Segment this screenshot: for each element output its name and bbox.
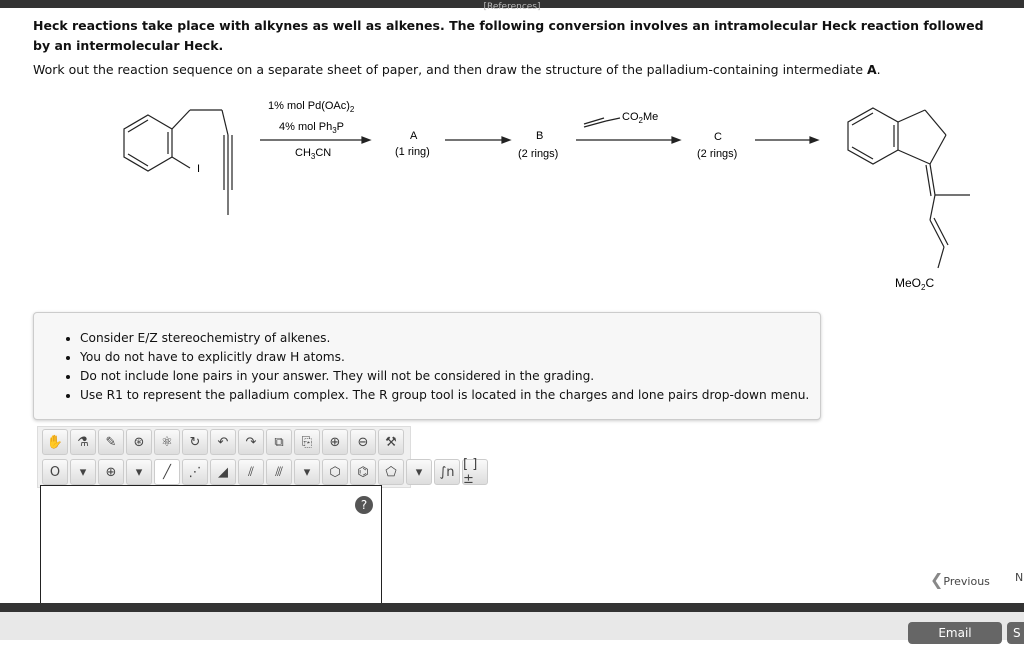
hint-item: Do not include lone pairs in your answer… bbox=[80, 367, 820, 386]
tool-button[interactable]: ↷ bbox=[238, 429, 264, 455]
hints-box: Consider E/Z stereochemistry of alkenes.… bbox=[33, 312, 821, 420]
instruction-end: . bbox=[876, 62, 881, 77]
tool-button[interactable]: ⫽ bbox=[238, 459, 264, 485]
alkene-reagent: CO2Me bbox=[622, 111, 658, 125]
tool-button[interactable]: ↻ bbox=[182, 429, 208, 455]
footer-divider bbox=[0, 603, 1024, 612]
tool-button[interactable]: ⎘ bbox=[294, 429, 320, 455]
tool-button[interactable]: O bbox=[42, 459, 68, 485]
tool-button[interactable]: ✋ bbox=[42, 429, 68, 455]
tool-button[interactable]: ⊕ bbox=[98, 459, 124, 485]
hint-item: Consider E/Z stereochemistry of alkenes. bbox=[80, 329, 820, 348]
question-instruction: Work out the reaction sequence on a sepa… bbox=[33, 62, 881, 77]
tool-button[interactable]: ⚒ bbox=[378, 429, 404, 455]
help-button[interactable]: ? bbox=[355, 496, 373, 514]
tool-button[interactable]: ⊖ bbox=[350, 429, 376, 455]
hint-item: Use R1 to represent the palladium comple… bbox=[80, 386, 820, 405]
tool-button[interactable]: ⋰ bbox=[182, 459, 208, 485]
tool-button[interactable]: ▾ bbox=[126, 459, 152, 485]
tool-button[interactable]: ⬡ bbox=[322, 459, 348, 485]
tool-button[interactable]: ⌬ bbox=[350, 459, 376, 485]
question-title: Heck reactions take place with alkynes a… bbox=[33, 18, 984, 53]
reagent-2: 4% mol Ph3P bbox=[279, 121, 344, 135]
tool-button[interactable]: ╱ bbox=[154, 459, 180, 485]
next-button[interactable]: N bbox=[1015, 571, 1023, 584]
previous-label: Previous bbox=[943, 575, 990, 588]
tool-button[interactable]: ⧉ bbox=[266, 429, 292, 455]
email-instructor-button[interactable]: Email Instructor bbox=[908, 622, 1002, 662]
reagent-1: 1% mol Pd(OAc)2 bbox=[268, 100, 355, 114]
tool-button[interactable]: ⊕ bbox=[322, 429, 348, 455]
tool-button[interactable]: ▾ bbox=[406, 459, 432, 485]
c-note: (2 rings) bbox=[697, 148, 737, 160]
references-link[interactable]: [References] bbox=[483, 2, 540, 12]
tool-button[interactable]: [ ]± bbox=[462, 457, 488, 487]
chevron-left-icon: ❮ bbox=[930, 570, 944, 589]
save-button[interactable]: S bbox=[1007, 622, 1024, 644]
tool-button[interactable]: ⫻ bbox=[266, 459, 292, 485]
intermediate-b: B bbox=[536, 130, 543, 142]
instruction-text: Work out the reaction sequence on a sepa… bbox=[33, 62, 867, 77]
starting-material bbox=[123, 109, 233, 215]
tool-button[interactable]: ✎ bbox=[98, 429, 124, 455]
tool-button[interactable]: ▾ bbox=[294, 459, 320, 485]
tool-button[interactable]: ↶ bbox=[210, 429, 236, 455]
previous-button[interactable]: ❮Previous bbox=[930, 570, 990, 589]
tool-button[interactable]: ∫n bbox=[434, 459, 460, 485]
tool-button[interactable]: ⊛ bbox=[126, 429, 152, 455]
tool-button[interactable]: ◢ bbox=[210, 459, 236, 485]
product-ester: MeO2C bbox=[895, 276, 934, 292]
tool-button[interactable]: ⚛ bbox=[154, 429, 180, 455]
drawing-toolbar: ✋ ⚗ ✎ ⊛ ⚛ ↻ ↶ ↷ ⧉ ⎘ ⊕ ⊖ ⚒ O ▾ ⊕ ▾ ╱ ⋰ ◢ ⫽ ⫻ ▾ ⬡ ⌬ ⬠ ▾ ∫n[ ]± bbox=[37, 426, 488, 488]
intermediate-c: C bbox=[714, 131, 722, 143]
footer-bar bbox=[0, 612, 1024, 640]
tool-button[interactable]: ⬠ bbox=[378, 459, 404, 485]
reaction-scheme: I 1% mol Pd(OAc)2 4% mol Ph3P CH3CN A (1… bbox=[123, 100, 970, 292]
hint-item: You do not have to explicitly draw H ato… bbox=[80, 348, 820, 367]
tool-button[interactable]: ⚗ bbox=[70, 429, 96, 455]
drawing-canvas[interactable]: ? bbox=[40, 485, 382, 606]
solvent: CH3CN bbox=[295, 147, 331, 161]
b-note: (2 rings) bbox=[518, 148, 558, 160]
top-bar: [References] bbox=[0, 0, 1024, 12]
product bbox=[847, 107, 970, 269]
instruction-bold: A bbox=[866, 62, 877, 77]
tool-button[interactable]: ▾ bbox=[70, 459, 96, 485]
iodo-label: I bbox=[197, 163, 200, 175]
intermediate-a: A bbox=[410, 130, 418, 142]
a-note: (1 ring) bbox=[395, 146, 430, 158]
